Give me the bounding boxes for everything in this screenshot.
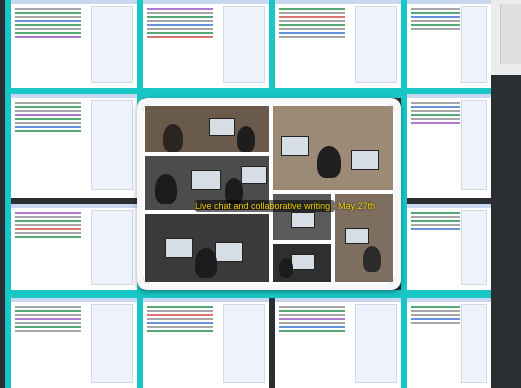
right-edge-panel: [491, 0, 521, 75]
screenshot-tile: [407, 298, 491, 388]
screenshot-tile: [11, 204, 137, 290]
teal-border-bottom: [5, 290, 491, 298]
screenshot-tile: [143, 0, 269, 88]
photo-collage-frame: Live chat and collaborative writing - Ma…: [137, 98, 401, 290]
classroom-photo: [143, 104, 271, 154]
screenshot-tile: [11, 94, 137, 198]
right-edge-text: 107/: [494, 100, 516, 110]
classroom-photo: [143, 212, 271, 284]
screenshot-tile: [407, 204, 491, 290]
collage-caption: Live chat and collaborative writing - Ma…: [195, 200, 376, 212]
classroom-photo: [271, 104, 395, 192]
collage-stage: Live chat and collaborative writing - Ma…: [0, 0, 521, 388]
screenshot-tile: [11, 0, 137, 88]
screenshot-tile: [143, 298, 269, 388]
screenshot-tile: [407, 94, 491, 198]
classroom-photo: [271, 242, 333, 284]
photo-collage: Live chat and collaborative writing - Ma…: [143, 104, 395, 284]
screenshot-tile: [407, 0, 491, 88]
screenshot-tile: [275, 298, 401, 388]
right-edge-panel-inner: [500, 4, 521, 64]
screenshot-tile: [11, 298, 137, 388]
screenshot-tile: [275, 0, 401, 88]
